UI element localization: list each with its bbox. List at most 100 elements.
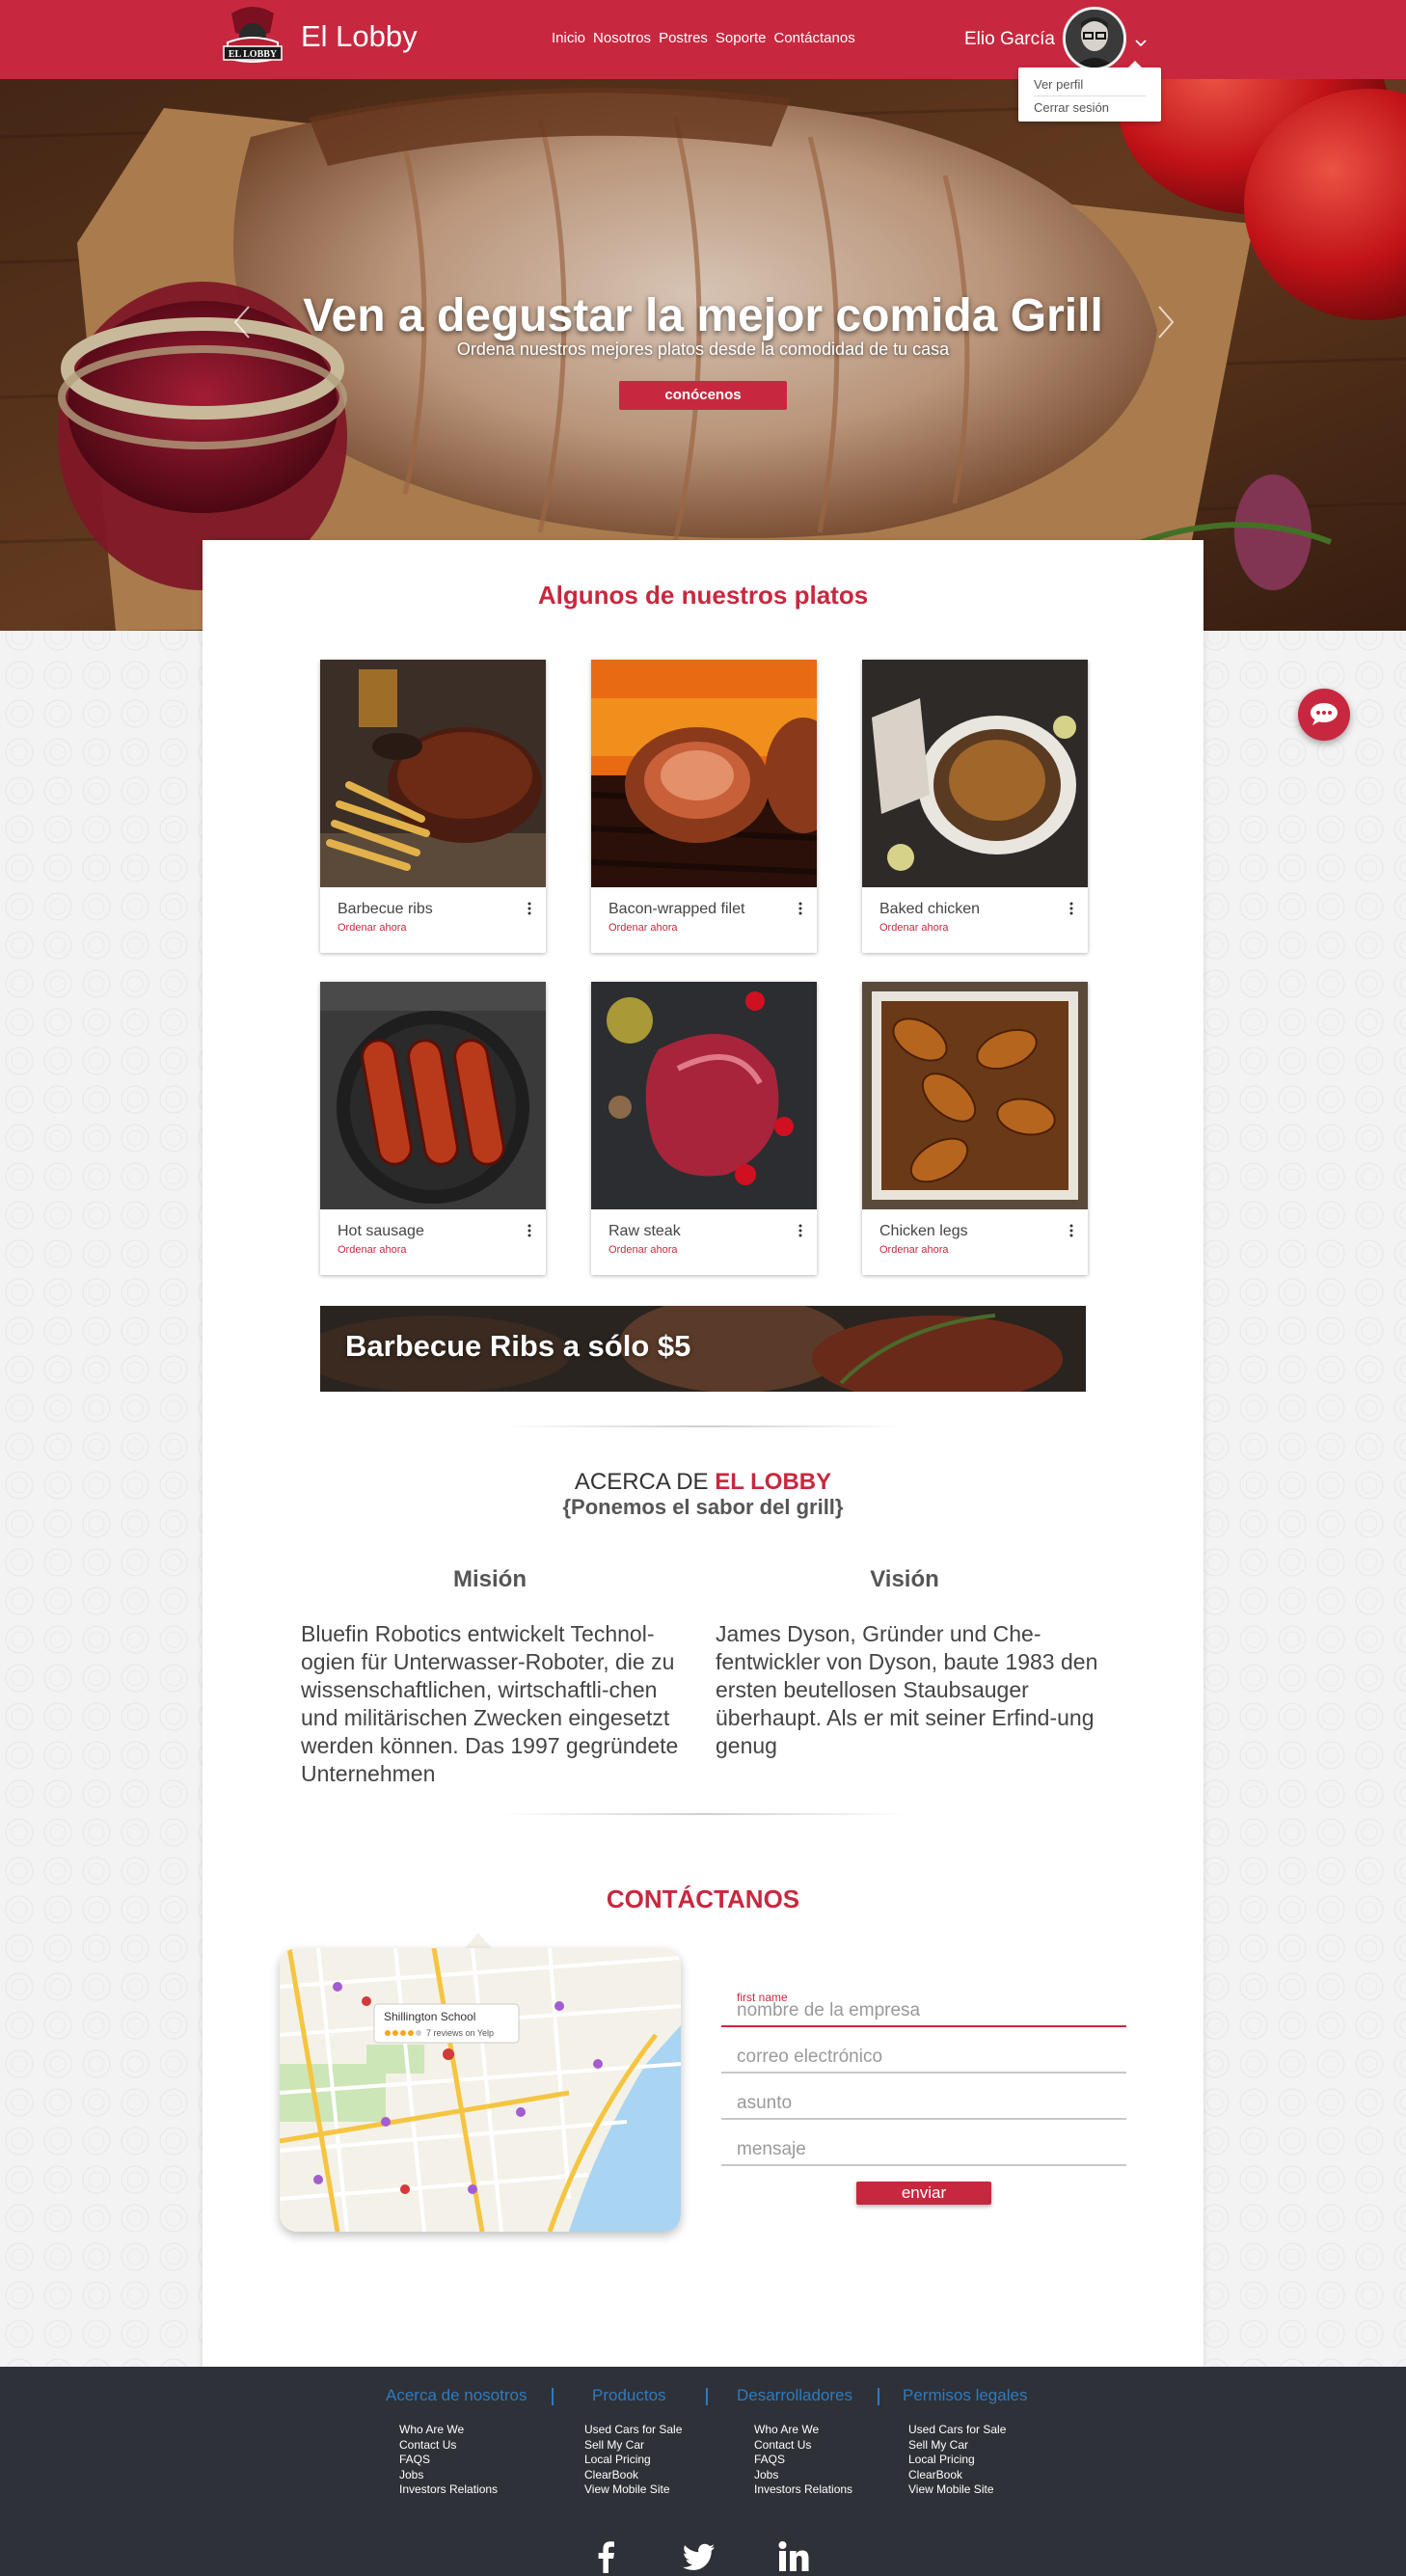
footer-heading[interactable]: Productos <box>592 2386 666 2405</box>
avatar-portrait <box>1066 10 1123 68</box>
footer-link[interactable]: Used Cars for Sale <box>908 2423 1006 2438</box>
send-button[interactable]: enviar <box>856 2182 991 2205</box>
order-now-link[interactable]: Ordenar ahora <box>608 1244 678 1256</box>
footer-link[interactable]: ClearBook <box>908 2468 1006 2483</box>
dish-name: Chicken legs <box>879 1223 968 1239</box>
menu-item-cerrar-sesion[interactable]: Cerrar sesión <box>1034 96 1146 119</box>
menu-item-ver-perfil[interactable]: Ver perfil <box>1034 73 1146 96</box>
footer-heading[interactable]: Permisos legales <box>903 2386 1027 2405</box>
footer-link[interactable]: Contact Us <box>754 2438 852 2454</box>
vision-title: Visión <box>870 1566 939 1592</box>
nav-postres[interactable]: Postres <box>659 30 708 46</box>
dish-card[interactable]: Bacon-wrapped filet Ordenar ahora <box>591 660 817 953</box>
dish-card[interactable]: Baked chicken Ordenar ahora <box>862 660 1088 953</box>
order-now-link[interactable]: Ordenar ahora <box>338 1244 407 1256</box>
promo-banner[interactable]: Barbecue Ribs a sólo $5 <box>320 1306 1086 1392</box>
user-dropdown-menu: Ver perfil Cerrar sesión <box>1018 61 1161 122</box>
company-name-field: first name <box>721 1991 1126 2027</box>
mission-title: Misión <box>453 1566 527 1592</box>
order-now-link[interactable]: Ordenar ahora <box>879 922 949 934</box>
map-pointer <box>465 1933 492 1948</box>
dish-photo-barbecue-ribs <box>320 660 546 887</box>
footer-link[interactable]: Who Are We <box>754 2423 852 2438</box>
map-image: Shillington School 7 reviews on Yelp <box>280 1948 681 2232</box>
dish-name: Bacon-wrapped filet <box>608 901 745 917</box>
nav-contactanos[interactable]: Contáctanos <box>773 30 854 46</box>
chevron-down-icon[interactable] <box>1133 35 1149 50</box>
twitter-icon[interactable] <box>683 2540 716 2573</box>
order-now-link[interactable]: Ordenar ahora <box>338 922 407 934</box>
mission-text: Bluefin Robotics entwickelt Technol-ogie… <box>301 1621 679 1786</box>
more-vert-icon[interactable] <box>527 1223 532 1238</box>
brand-name[interactable]: El Lobby <box>301 19 418 54</box>
nav-nosotros[interactable]: Nosotros <box>593 30 651 46</box>
svg-text:Shillington School: Shillington School <box>384 2010 475 2023</box>
footer-link[interactable]: Who Are We <box>399 2423 498 2438</box>
facebook-icon[interactable] <box>590 2540 623 2573</box>
hero-title: Ven a degustar la mejor comida Grill <box>303 290 1103 341</box>
about-title-prefix: ACERCA DE <box>574 1469 716 1495</box>
footer-separator <box>878 2388 879 2405</box>
linkedin-icon[interactable] <box>777 2540 810 2573</box>
footer-link[interactable]: FAQS <box>754 2453 852 2468</box>
more-vert-icon[interactable] <box>527 901 532 916</box>
footer-link[interactable]: View Mobile Site <box>584 2482 682 2498</box>
email-input[interactable] <box>737 2047 1113 2068</box>
vision-text: James Dyson, Gründer und Che-fentwickler… <box>716 1621 1098 1758</box>
more-vert-icon[interactable] <box>798 1223 803 1238</box>
nav-soporte[interactable]: Soporte <box>716 30 767 46</box>
dish-name: Baked chicken <box>879 901 981 917</box>
dish-card[interactable]: Chicken legs Ordenar ahora <box>862 982 1088 1275</box>
more-vert-icon[interactable] <box>1068 1223 1074 1238</box>
footer-link[interactable]: Sell My Car <box>908 2438 1006 2454</box>
about-subtitle: {Ponemos el sabor del grill} <box>562 1495 844 1519</box>
order-now-link[interactable]: Ordenar ahora <box>608 922 678 934</box>
section-divider <box>501 1813 906 1815</box>
site-footer: Acerca de nosotros Productos Desarrollad… <box>0 2367 1406 2576</box>
dish-card[interactable]: Raw steak Ordenar ahora <box>591 982 817 1275</box>
message-input[interactable] <box>737 2139 1113 2160</box>
dish-photo-hot-sausage <box>320 982 546 1209</box>
company-name-input[interactable] <box>737 2000 1113 2021</box>
svg-text:7 reviews on Yelp: 7 reviews on Yelp <box>426 2028 494 2038</box>
footer-heading[interactable]: Desarrolladores <box>737 2386 852 2405</box>
footer-separator <box>706 2388 708 2405</box>
email-field <box>721 2037 1126 2074</box>
dish-name: Barbecue ribs <box>338 901 433 917</box>
footer-link[interactable]: Investors Relations <box>754 2482 852 2498</box>
dish-photo-raw-steak <box>591 982 817 1209</box>
footer-link[interactable]: Contact Us <box>399 2438 498 2454</box>
about-title: ACERCA DE EL LOBBY <box>203 1469 1203 1496</box>
footer-links: Used Cars for Sale Sell My Car Local Pri… <box>584 2423 682 2498</box>
user-name[interactable]: Elio García <box>964 29 1055 50</box>
chat-bubble-icon <box>1311 703 1338 725</box>
more-vert-icon[interactable] <box>798 901 803 916</box>
footer-link[interactable]: View Mobile Site <box>908 2482 1006 2498</box>
subject-input[interactable] <box>737 2093 1113 2114</box>
footer-link[interactable]: Jobs <box>754 2468 852 2483</box>
hero-cta-button[interactable]: conócenos <box>619 381 787 410</box>
footer-link[interactable]: FAQS <box>399 2453 498 2468</box>
nav-inicio[interactable]: Inicio <box>552 30 585 46</box>
dish-card[interactable]: Barbecue ribs Ordenar ahora <box>320 660 546 953</box>
footer-link[interactable]: Used Cars for Sale <box>584 2423 682 2438</box>
footer-separator <box>552 2388 554 2405</box>
more-vert-icon[interactable] <box>1068 901 1074 916</box>
location-map[interactable]: Shillington School 7 reviews on Yelp <box>280 1948 681 2232</box>
footer-link[interactable]: Investors Relations <box>399 2482 498 2498</box>
footer-link[interactable]: Local Pricing <box>908 2453 1006 2468</box>
footer-heading[interactable]: Acerca de nosotros <box>386 2386 527 2405</box>
footer-link[interactable]: ClearBook <box>584 2468 682 2483</box>
footer-link[interactable]: Jobs <box>399 2468 498 2483</box>
chat-button[interactable] <box>1298 689 1350 741</box>
dish-photo-chicken-legs <box>862 982 1088 1209</box>
footer-links: Who Are We Contact Us FAQS Jobs Investor… <box>399 2423 498 2498</box>
avatar[interactable] <box>1063 7 1126 70</box>
order-now-link[interactable]: Ordenar ahora <box>879 1244 949 1256</box>
dish-card[interactable]: Hot sausage Ordenar ahora <box>320 982 546 1275</box>
dish-photo-bacon-wrapped-filet <box>591 660 817 887</box>
main-content-card: Algunos de nuestros platos Barbecue ribs… <box>203 540 1203 2367</box>
el-lobby-logo[interactable]: EL LOBBY <box>214 4 291 73</box>
footer-link[interactable]: Sell My Car <box>584 2438 682 2454</box>
footer-link[interactable]: Local Pricing <box>584 2453 682 2468</box>
